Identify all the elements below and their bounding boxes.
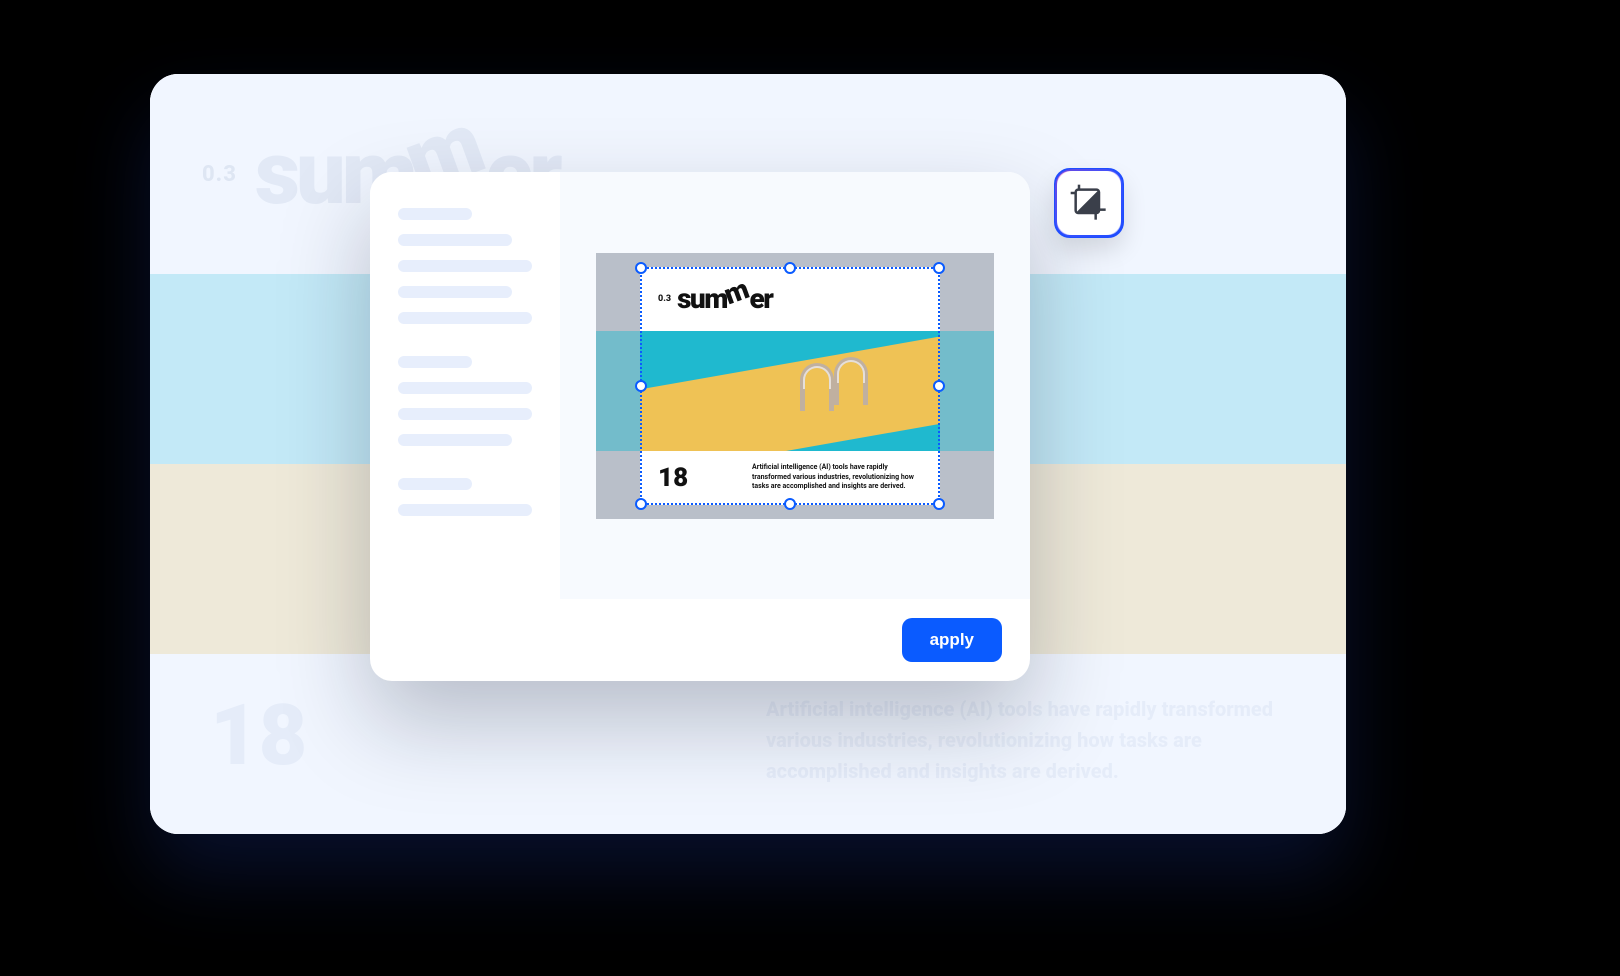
- skeleton-line: [398, 382, 532, 394]
- crop-handle-se[interactable]: [933, 498, 945, 510]
- modal-canvas[interactable]: 0.3 summer 18: [560, 172, 1030, 599]
- skeleton-line: [398, 408, 532, 420]
- skeleton-line: [398, 356, 472, 368]
- crop-handle-e[interactable]: [933, 380, 945, 392]
- skeleton-line: [398, 234, 512, 246]
- crop-handle-n[interactable]: [784, 262, 796, 274]
- skeleton-line: [398, 434, 512, 446]
- slide-dim-right: [940, 267, 994, 505]
- crop-handle-sw[interactable]: [635, 498, 647, 510]
- skeleton-line: [398, 208, 472, 220]
- skeleton-line: [398, 504, 532, 516]
- skeleton-line: [398, 286, 512, 298]
- background-paragraph: Artificial intelligence (AI) tools have …: [766, 694, 1286, 787]
- crop-icon: [1069, 183, 1109, 223]
- crop-handle-s[interactable]: [784, 498, 796, 510]
- crop-modal: 0.3 summer 18: [370, 172, 1030, 681]
- modal-body: 0.3 summer 18: [370, 172, 1030, 599]
- skeleton-line: [398, 260, 532, 272]
- crop-selection[interactable]: [640, 267, 940, 505]
- background-page-number: 18: [210, 694, 307, 778]
- background-footer: 18 Artificial intelligence (AI) tools ha…: [150, 654, 1346, 834]
- modal-sidebar: [370, 172, 560, 599]
- skeleton-line: [398, 478, 472, 490]
- crop-handle-w[interactable]: [635, 380, 647, 392]
- background-version: 0.3: [202, 162, 237, 187]
- crop-handle-ne[interactable]: [933, 262, 945, 274]
- skeleton-line: [398, 312, 532, 324]
- crop-handle-nw[interactable]: [635, 262, 647, 274]
- slide-preview[interactable]: 0.3 summer 18: [596, 253, 994, 519]
- slide-dim-left: [596, 267, 640, 505]
- modal-footer: apply: [370, 599, 1030, 681]
- crop-tool-button[interactable]: [1054, 168, 1124, 238]
- apply-button[interactable]: apply: [902, 618, 1002, 662]
